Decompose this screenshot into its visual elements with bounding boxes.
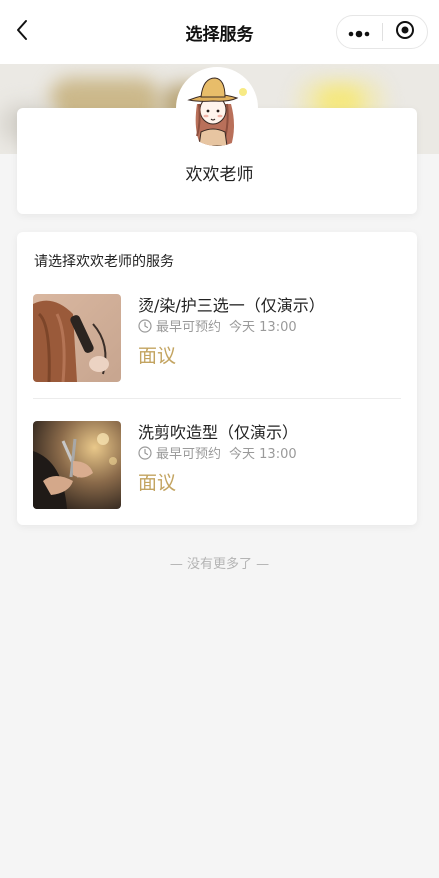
close-button[interactable]	[382, 16, 427, 48]
clock-icon	[138, 445, 152, 460]
teacher-avatar	[176, 67, 258, 149]
divider	[33, 398, 401, 399]
booking-time: 今天 13:00	[229, 320, 297, 335]
service-title: 烫/染/护三选一（仅演示）	[138, 296, 325, 315]
target-circle-icon	[395, 20, 415, 44]
service-item-wash-cut-blow[interactable]: 洗剪吹造型（仅演示） 最早可预约 今天 13:00 面议	[33, 419, 401, 511]
service-price: 面议	[138, 345, 177, 367]
booking-label: 最早可预约	[156, 320, 222, 335]
no-more-indicator: — 没有更多了 —	[169, 557, 270, 572]
booking-label: 最早可预约	[156, 447, 222, 462]
service-price: 面议	[138, 472, 177, 494]
more-dots-icon	[348, 23, 370, 42]
service-item-perm-dye-care[interactable]: 烫/染/护三选一（仅演示） 最早可预约 今天 13:00 面议	[33, 292, 401, 384]
hair-cutting-photo	[33, 421, 121, 509]
more-button[interactable]	[337, 16, 382, 48]
services-card: 请选择欢欢老师的服务 烫/染/护三选一（仅演示） 最早可预约 今天 13:00 …	[17, 232, 417, 525]
mini-program-capsule	[336, 15, 428, 49]
hair-curling-photo	[33, 294, 121, 382]
teacher-name: 欢欢老师	[185, 165, 254, 185]
nav-bar: 选择服务	[0, 0, 439, 64]
earliest-booking: 最早可预约 今天 13:00	[138, 443, 297, 462]
earliest-booking: 最早可预约 今天 13:00	[138, 316, 297, 335]
clock-icon	[138, 318, 152, 333]
service-title: 洗剪吹造型（仅演示）	[138, 423, 299, 442]
services-heading: 请选择欢欢老师的服务	[34, 254, 174, 270]
booking-time: 今天 13:00	[229, 447, 297, 462]
page: 选择服务 欢欢老师 请选择欢欢老师的服务 烫/染/护三选一（仅演示） 最早可预约…	[0, 0, 439, 878]
